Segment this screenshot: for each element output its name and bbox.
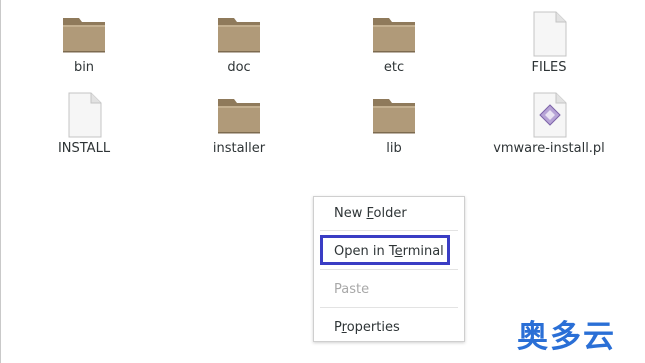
document-icon	[68, 92, 102, 138]
folder-icon	[373, 18, 415, 53]
file-name-label: bin	[73, 60, 95, 75]
folder-item-installer[interactable]: installer	[174, 91, 304, 167]
folder-icon	[63, 18, 105, 53]
watermark-logo: 奥多云	[517, 319, 616, 355]
folder-icon	[218, 99, 260, 134]
menu-separator	[320, 269, 458, 270]
context-menu: New Folder Open in Terminal Paste Proper…	[313, 196, 465, 342]
menu-item-new-folder[interactable]: New Folder	[314, 200, 464, 228]
menu-item-label: Properties	[334, 320, 400, 335]
file-name-label: doc	[227, 60, 251, 75]
file-item-files[interactable]: FILES	[484, 10, 614, 86]
file-item-install[interactable]: INSTALL	[19, 91, 149, 167]
document-icon	[533, 11, 567, 57]
menu-item-label: New Folder	[334, 206, 407, 221]
menu-separator	[320, 230, 458, 231]
menu-item-open-in-terminal[interactable]: Open in Terminal	[314, 238, 464, 266]
file-name-label: installer	[212, 141, 266, 156]
folder-item-etc[interactable]: etc	[329, 10, 459, 86]
file-name-label: lib	[386, 141, 402, 156]
folder-icon	[373, 99, 415, 134]
file-name-label: INSTALL	[57, 141, 111, 156]
file-name-label: FILES	[531, 60, 567, 75]
pane-border	[0, 0, 1, 363]
folder-item-lib[interactable]: lib	[329, 91, 459, 167]
script-icon	[533, 92, 567, 138]
file-name-label: vmware-install.pl	[493, 141, 605, 156]
folder-item-doc[interactable]: doc	[174, 10, 304, 86]
menu-item-label: Paste	[334, 282, 370, 297]
menu-separator	[320, 307, 458, 308]
folder-icon	[218, 18, 260, 53]
file-item-vmware-install[interactable]: vmware-install.pl	[484, 91, 614, 167]
menu-item-label: Open in Terminal	[334, 244, 444, 259]
file-browser-pane[interactable]: bin doc etc FILES INSTALL installer lib …	[0, 0, 645, 363]
file-name-label: etc	[383, 60, 405, 75]
menu-item-paste: Paste	[314, 276, 464, 304]
folder-item-bin[interactable]: bin	[19, 10, 149, 86]
menu-item-properties[interactable]: Properties	[314, 314, 464, 342]
